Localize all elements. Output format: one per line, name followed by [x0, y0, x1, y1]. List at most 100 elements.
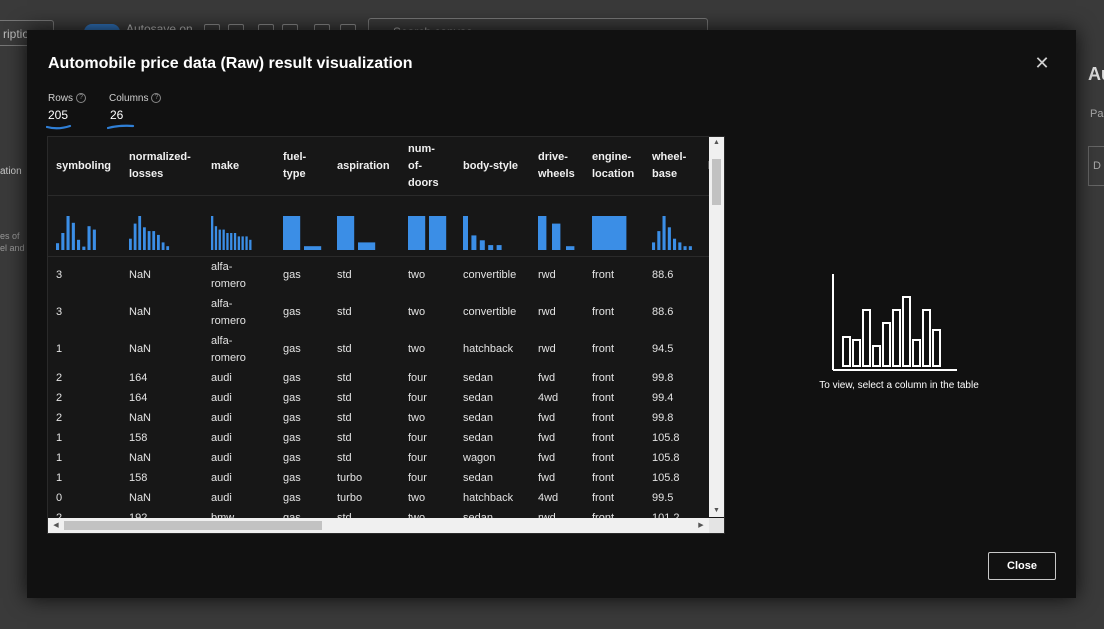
rows-value: 205	[48, 108, 69, 122]
bg-left-description: es of el and	[0, 231, 25, 253]
table-row: 2 164 audi gas std four sedan 4wd front 99.4	[48, 388, 714, 408]
column-header[interactable]: normalized-losses	[121, 137, 203, 196]
table-cell: turbo	[337, 471, 363, 484]
column-header[interactable]: symboling	[48, 137, 121, 196]
column-histogram[interactable]	[455, 195, 530, 257]
table-cell: 164	[129, 371, 148, 384]
table-cell: audi	[211, 451, 232, 464]
table-cell: fwd	[538, 451, 556, 464]
column-histogram[interactable]	[121, 195, 203, 257]
table-cell: four	[408, 371, 427, 384]
column-header[interactable]: fuel-type	[275, 137, 329, 196]
column-header-label: engine-	[592, 151, 632, 163]
column-header[interactable]: body-style	[455, 137, 530, 196]
close-icon[interactable]: ✕	[1033, 54, 1051, 72]
column-header[interactable]: make	[203, 137, 275, 196]
histogram-bar	[488, 245, 494, 250]
table-cell: 2	[56, 391, 63, 404]
table-cell: 1	[56, 451, 63, 464]
column-histogram[interactable]	[584, 195, 644, 257]
column-histogram[interactable]	[530, 195, 584, 257]
table-row: 1 NaN alfa-romero gas std two hatchback rwd fron…	[48, 331, 714, 368]
column-header-label: num-	[408, 142, 435, 155]
table-cell: gas	[283, 306, 301, 318]
horizontal-scroll-thumb[interactable]	[64, 521, 322, 530]
table-cell: fwd	[538, 471, 556, 484]
table-cell: audi	[211, 431, 232, 444]
table-header-row: symboling normalized-losses make fuel-type a…	[48, 137, 714, 196]
column-histogram[interactable]	[400, 195, 455, 257]
table-cell: gas	[283, 411, 301, 424]
horizontal-scrollbar[interactable]: ◀ ▶	[48, 518, 709, 533]
table-row: 2 NaN audi gas std two sedan fwd front 99.8	[48, 408, 714, 428]
table-row: 3 NaN alfa-romero gas std two convertible rwd fr…	[48, 257, 714, 295]
table-cell: front	[592, 491, 615, 504]
info-icon[interactable]: ?	[76, 93, 87, 104]
columns-underline	[107, 124, 135, 130]
histogram-bar	[226, 233, 229, 250]
table-cell: two	[408, 343, 426, 355]
histogram-bar	[87, 226, 91, 250]
bg-right-title: Au	[1088, 64, 1104, 84]
column-header-label: symboling	[56, 159, 112, 172]
column-header[interactable]: engine-location	[584, 137, 644, 196]
table-cell: NaN	[129, 491, 152, 504]
table-cell: gas	[283, 431, 301, 444]
histogram-bar	[233, 233, 237, 250]
histogram-bar	[283, 216, 301, 250]
table-cell: sedan	[463, 431, 493, 444]
table-cell: std	[337, 431, 352, 444]
column-histogram[interactable]	[644, 195, 700, 257]
histogram-bar	[152, 231, 156, 250]
column-header[interactable]: num-of-doors	[400, 137, 455, 196]
table-cell: front	[592, 411, 615, 424]
table-cell: audi	[211, 371, 232, 384]
table-cell: two	[408, 411, 426, 424]
column-histogram[interactable]	[275, 195, 329, 257]
table-cell: four	[408, 431, 427, 444]
column-header-label: location	[592, 168, 635, 180]
table-cell: std	[337, 391, 352, 404]
column-header-label: drive-	[538, 151, 568, 163]
column-histogram[interactable]	[203, 195, 275, 257]
table-cell: NaN	[129, 306, 152, 318]
data-table: symboling normalized-losses make fuel-type a…	[48, 137, 714, 528]
histogram-bar	[662, 216, 666, 250]
column-histogram[interactable]	[329, 195, 400, 257]
columns-label-text: Columns	[109, 93, 149, 104]
column-header[interactable]: wheel-base	[644, 137, 700, 196]
column-header[interactable]: drive-wheels	[530, 137, 584, 196]
scroll-right-icon[interactable]: ▶	[695, 518, 707, 533]
histogram-bar	[161, 242, 165, 250]
column-header-label: wheel-	[652, 151, 687, 163]
scroll-left-icon[interactable]: ◀	[50, 518, 62, 533]
table-cell: NaN	[129, 451, 152, 464]
histogram-bar	[337, 216, 355, 250]
column-histogram[interactable]	[48, 195, 121, 257]
table-cell: 1	[56, 343, 63, 355]
column-header-label: normalized-	[129, 151, 191, 163]
table-cell: audi	[211, 471, 232, 484]
table-cell: 99.5	[652, 491, 674, 504]
close-button[interactable]: Close	[988, 552, 1056, 580]
table-cell: front	[592, 306, 615, 318]
table-row: 1 158 audi gas turbo four sedan fwd front 105.8	[48, 468, 714, 488]
table-cell: gas	[283, 471, 301, 484]
histogram-bar	[538, 216, 547, 250]
histogram-bar	[77, 239, 81, 250]
table-cell: 3	[56, 306, 63, 318]
histogram-bar	[496, 245, 502, 250]
table-cell: std	[337, 371, 352, 384]
vertical-scroll-thumb[interactable]	[712, 159, 721, 205]
table-cell: hatchback	[463, 491, 514, 504]
column-header[interactable]: aspiration	[329, 137, 400, 196]
scroll-down-icon[interactable]: ▼	[709, 505, 724, 517]
table-cell: NaN	[129, 411, 152, 424]
vertical-scrollbar[interactable]: ▲ ▼	[709, 137, 724, 517]
info-icon[interactable]: ?	[151, 93, 162, 104]
table-cell: audi	[211, 391, 232, 404]
scroll-up-icon[interactable]: ▲	[709, 137, 724, 149]
table-cell: NaN	[129, 343, 152, 355]
histogram-bar	[241, 236, 244, 250]
histogram-bar	[463, 216, 468, 250]
